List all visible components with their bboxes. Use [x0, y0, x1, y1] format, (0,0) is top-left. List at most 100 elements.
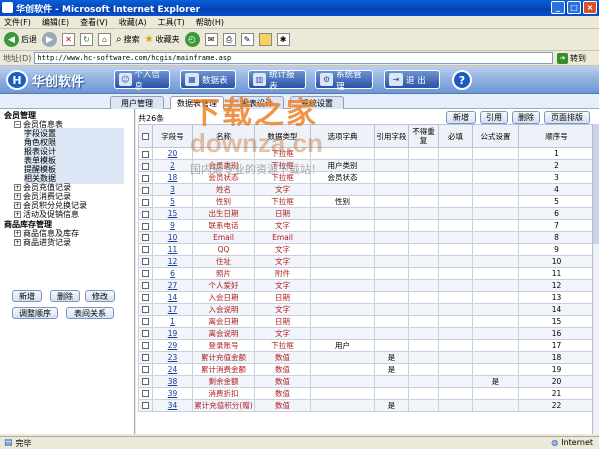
field-id-link[interactable]: 2: [152, 159, 193, 172]
delete-field-button[interactable]: 删除: [512, 111, 540, 124]
table-row[interactable]: 10 Email Email 8: [138, 231, 595, 244]
help-button[interactable]: ?: [452, 70, 472, 90]
table-row[interactable]: 12 住址 文字 10: [138, 254, 595, 268]
field-id-link[interactable]: 14: [152, 290, 193, 304]
tree-item-purchase-records[interactable]: + 商品进货记录: [14, 237, 71, 248]
row-checkbox[interactable]: [138, 290, 153, 304]
tab-user-mgmt[interactable]: 用户管理: [110, 96, 164, 109]
nav-logout[interactable]: ⇥ 退 出: [384, 70, 440, 89]
row-checkbox[interactable]: [138, 231, 153, 244]
field-id-link[interactable]: 18: [152, 171, 193, 184]
address-input[interactable]: http://www.hc-software.com/hcgis/mainfra…: [34, 52, 553, 64]
menu-favorites[interactable]: 收藏(A): [119, 17, 147, 28]
field-id-link[interactable]: 29: [152, 338, 193, 352]
row-checkbox[interactable]: [138, 374, 153, 388]
menu-view[interactable]: 查看(V): [80, 17, 108, 28]
row-checkbox[interactable]: [138, 183, 153, 196]
row-checkbox[interactable]: [138, 207, 153, 220]
table-row[interactable]: 5 性别 下拉框 性别 5: [138, 195, 595, 208]
col-header[interactable]: 选项字典: [310, 124, 375, 148]
field-id-link[interactable]: 27: [152, 278, 193, 292]
refresh-button[interactable]: ↻: [80, 33, 93, 46]
field-id-link[interactable]: 5: [152, 195, 193, 208]
table-row[interactable]: 6 照片 附件 11: [138, 266, 595, 280]
favorites-button[interactable]: ★ 收藏夹: [145, 34, 180, 45]
table-row[interactable]: 2 会员类别 下拉框 用户类别 2: [138, 159, 595, 172]
row-checkbox[interactable]: [138, 386, 153, 400]
row-checkbox[interactable]: [138, 362, 153, 376]
table-relations-button[interactable]: 表间关系: [66, 307, 114, 319]
menu-edit[interactable]: 编辑(E): [42, 17, 69, 28]
col-header[interactable]: 名称: [192, 124, 255, 148]
table-row[interactable]: 19 离会说明 文字 16: [138, 326, 595, 340]
table-row[interactable]: 1 离会日期 日期 15: [138, 314, 595, 328]
field-id-link[interactable]: 10: [152, 231, 193, 244]
delete-button[interactable]: 删除: [50, 290, 80, 302]
field-id-link[interactable]: 39: [152, 386, 193, 400]
col-header[interactable]: 字段号: [152, 124, 193, 148]
nav-personal-info[interactable]: ☺ 个人信息: [114, 70, 170, 92]
col-header[interactable]: 引用字段: [374, 124, 409, 148]
table-row[interactable]: 9 联系电话 文字 7: [138, 219, 595, 232]
field-id-link[interactable]: 34: [152, 398, 193, 412]
table-row[interactable]: 18 会员状态 下拉框 会员状态 3: [138, 171, 595, 184]
col-header[interactable]: 顺序号: [518, 124, 595, 148]
menu-file[interactable]: 文件(F): [4, 17, 31, 28]
forward-button[interactable]: ▶: [42, 32, 57, 47]
scrollbar[interactable]: [592, 124, 599, 434]
tab-table-mgmt[interactable]: 数据表管理: [170, 96, 224, 109]
folder-button[interactable]: [258, 33, 272, 46]
col-header[interactable]: 数据类型: [254, 124, 311, 148]
table-row[interactable]: 15 出生日期 日期 6: [138, 207, 595, 220]
close-button[interactable]: ×: [583, 1, 597, 14]
field-id-link[interactable]: 1: [152, 314, 193, 328]
row-checkbox[interactable]: [138, 254, 153, 268]
field-id-link[interactable]: 24: [152, 362, 193, 376]
table-row[interactable]: 20 下拉框 1: [138, 147, 595, 160]
row-checkbox[interactable]: [138, 266, 153, 280]
menu-tools[interactable]: 工具(T): [158, 17, 185, 28]
col-header[interactable]: 必填: [438, 124, 473, 148]
page-layout-button[interactable]: 页面排版: [544, 111, 590, 124]
row-checkbox[interactable]: [138, 147, 153, 160]
field-id-link[interactable]: 15: [152, 207, 193, 220]
nav-statistics[interactable]: ▥ 统计报表: [248, 70, 306, 92]
table-row[interactable]: 39 消费折扣 数值 21: [138, 386, 595, 400]
table-row[interactable]: 24 累计消费金额 数值 是 19: [138, 362, 595, 376]
field-id-link[interactable]: 17: [152, 302, 193, 316]
table-row[interactable]: 29 登录账号 下拉框 用户 17: [138, 338, 595, 352]
home-button[interactable]: ⌂: [98, 33, 111, 46]
row-checkbox[interactable]: [138, 338, 153, 352]
add-button[interactable]: 新增: [12, 290, 42, 302]
row-checkbox[interactable]: [138, 242, 153, 256]
field-id-link[interactable]: 11: [152, 242, 193, 256]
add-field-button[interactable]: 新增: [446, 111, 476, 124]
field-id-link[interactable]: 19: [152, 326, 193, 340]
print-button[interactable]: ⎙: [222, 33, 236, 46]
field-id-link[interactable]: 3: [152, 183, 193, 196]
field-id-link[interactable]: 38: [152, 374, 193, 388]
tab-report-design[interactable]: 报表设计: [230, 96, 284, 109]
table-row[interactable]: 14 入会日期 日期 13: [138, 290, 595, 304]
menu-help[interactable]: 帮助(H): [196, 17, 224, 28]
maximize-button[interactable]: □: [567, 1, 581, 14]
edit-button[interactable]: ✎: [240, 33, 254, 46]
row-checkbox[interactable]: [138, 398, 153, 412]
col-header[interactable]: 公式设置: [472, 124, 519, 148]
table-row[interactable]: 3 姓名 文字 4: [138, 183, 595, 196]
select-all-checkbox[interactable]: [138, 124, 153, 148]
mail-button[interactable]: ✉: [204, 33, 218, 46]
messenger-button[interactable]: ✱: [276, 33, 290, 46]
stop-button[interactable]: ✕: [62, 33, 75, 46]
nav-data-table[interactable]: ▦ 数据表: [180, 70, 236, 89]
row-checkbox[interactable]: [138, 278, 153, 292]
field-id-link[interactable]: 6: [152, 266, 193, 280]
row-checkbox[interactable]: [138, 171, 153, 184]
nav-system[interactable]: ⚙ 系统管理: [315, 70, 373, 92]
field-id-link[interactable]: 12: [152, 254, 193, 268]
scrollbar-thumb[interactable]: [593, 124, 599, 244]
back-button[interactable]: ◀ 后退: [4, 32, 37, 47]
table-row[interactable]: 11 QQ 文字 9: [138, 242, 595, 256]
row-checkbox[interactable]: [138, 314, 153, 328]
row-checkbox[interactable]: [138, 350, 153, 364]
